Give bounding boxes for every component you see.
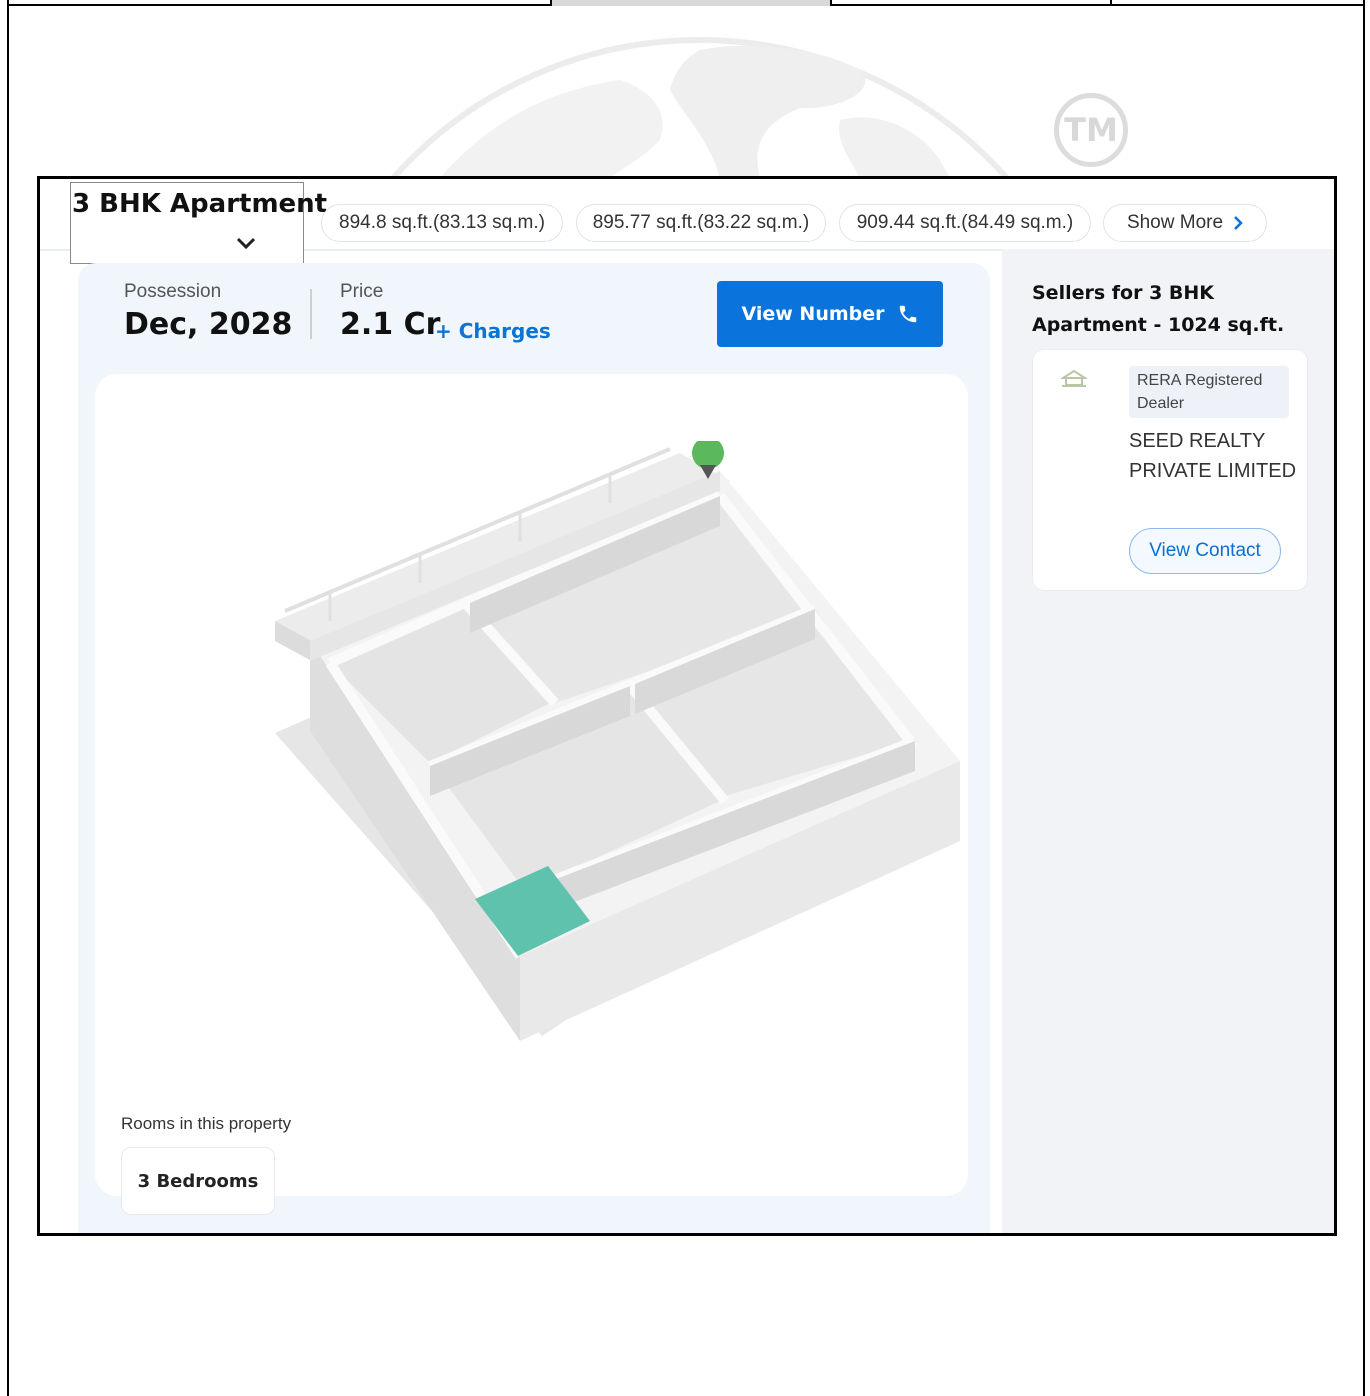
area-option-chip[interactable]: 895.77 sq.ft.(83.22 sq.m.) [576,204,826,242]
sellers-title: Sellers for 3 BHK Apartment - 1024 sq.ft… [1032,282,1285,336]
possession-label: Possession [124,281,222,302]
chevron-right-icon [1234,216,1243,230]
tm-watermark: TM [1054,93,1128,167]
top-tick [550,0,552,6]
room-chip-bedrooms[interactable]: 3 Bedrooms [121,1147,275,1215]
view-number-button[interactable]: View Number [717,281,943,347]
view-contact-label: View Contact [1149,540,1261,561]
config-dropdown[interactable]: 3 BHK Apartment [70,182,327,264]
rera-badge: RERA Registered Dealer [1129,366,1289,418]
seller-name: SEED REALTY PRIVATE LIMITED [1129,430,1297,482]
room-chip-label: 3 Bedrooms [137,1170,259,1192]
view-number-label: View Number [741,303,885,325]
stat-divider [310,289,312,339]
area-option-label: 895.77 sq.ft.(83.22 sq.m.) [592,212,810,233]
phone-icon [899,305,916,323]
price-label: Price [340,281,384,302]
chevron-down-icon [236,237,256,250]
area-option-label: 894.8 sq.ft.(83.13 sq.m.) [339,212,545,233]
property-panel: 3 BHK Apartment 894.8 sq.ft.(83.13 sq.m.… [37,176,1337,1236]
floor-plan-3d[interactable] [270,441,970,1041]
top-tick [1110,0,1112,6]
charges-link[interactable]: + Charges [435,319,551,343]
area-option-chip[interactable]: 909.44 sq.ft.(84.49 sq.m.) [839,204,1091,242]
building-icon [1061,369,1087,387]
top-border-shade [552,0,830,6]
view-contact-button[interactable]: View Contact [1129,528,1281,574]
area-option-label: 909.44 sq.ft.(84.49 sq.m.) [856,212,1074,233]
rooms-label: Rooms in this property [121,1114,292,1133]
seller-card: RERA Registered Dealer SEED REALTY PRIVA… [1032,349,1308,591]
show-more-label: Show More [1126,212,1224,233]
show-more-button[interactable]: Show More [1103,204,1267,242]
top-tick [830,0,832,6]
config-title: 3 BHK Apartment [72,189,328,219]
price-value: 2.1 Cr [340,307,441,342]
possession-value: Dec, 2028 [124,307,293,342]
area-option-chip[interactable]: 894.8 sq.ft.(83.13 sq.m.) [321,204,563,242]
globe-watermark [389,37,1011,178]
